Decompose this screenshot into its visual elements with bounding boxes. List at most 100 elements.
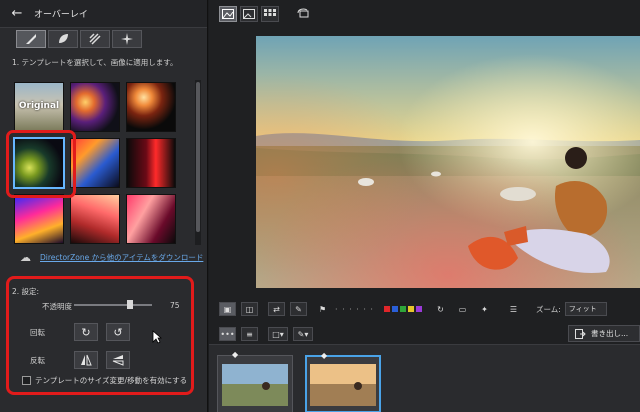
undo-redo-button[interactable]: ⇄	[268, 302, 285, 316]
storyboard-photo[interactable]: ◆	[217, 350, 293, 412]
pin-icon: ◆	[232, 350, 239, 359]
pen-tool-button[interactable]: ✎	[290, 302, 307, 316]
color-label-green[interactable]	[399, 306, 406, 312]
rotate-screen-icon	[297, 8, 309, 18]
straighten-button[interactable]: ▭	[454, 302, 471, 316]
select-dropdown-button[interactable]: □▾	[268, 327, 288, 341]
select-box-icon: □▾	[272, 329, 284, 339]
preview-image	[256, 36, 640, 288]
overlay-category-tabs	[16, 30, 142, 48]
template-item[interactable]	[126, 138, 176, 188]
sparkle-icon	[121, 33, 133, 45]
rotate-cw-button[interactable]: ↻	[74, 323, 98, 341]
view-toolbar	[209, 0, 640, 28]
crop-frame-button[interactable]: ▣	[219, 302, 236, 316]
rotate-ccw-icon: ↺	[113, 325, 123, 339]
tab-stripes[interactable]	[80, 30, 110, 48]
view-compare-button[interactable]	[219, 6, 237, 22]
photo-storyboard: ◆ ◆	[209, 344, 640, 412]
grid-icon	[264, 9, 276, 16]
storyboard-photo-selected[interactable]: ◆	[305, 351, 381, 412]
rotate-ccw-button[interactable]: ↺	[106, 323, 130, 341]
frame-split-icon: ◫	[245, 304, 254, 314]
pin-icon: ◆	[321, 351, 328, 360]
opacity-value: 75	[170, 301, 180, 310]
thumbnail-view-button[interactable]: •••	[219, 327, 236, 341]
photo-thumbnail	[310, 364, 376, 406]
rotate-cw-icon: ↻	[81, 325, 91, 339]
color-label-yellow[interactable]	[407, 306, 414, 312]
tab-leaf[interactable]	[48, 30, 78, 48]
workspace: ▣ ◫ ⇄ ✎ ⚑ · · · · · · ↻ ▭ ✦ ☰ ズーム: フィット …	[209, 0, 640, 412]
template-item[interactable]	[70, 82, 120, 132]
directorzone-link[interactable]: DirectorZone から他のアイテムをダウンロード	[40, 252, 203, 263]
export-button[interactable]: 書き出し...	[568, 325, 640, 342]
fit-frame-button[interactable]: ◫	[241, 302, 258, 316]
resize-template-label: テンプレートのサイズ変更/移動を有効にする	[35, 376, 188, 385]
template-item[interactable]	[70, 194, 120, 244]
resize-template-checkbox[interactable]	[22, 376, 31, 385]
tab-sparkle[interactable]	[112, 30, 142, 48]
photo-editor-window: ← オーバーレイ 1. テンプレートを選択して、画像に適用します。 Origin…	[0, 0, 640, 412]
auto-fix-button[interactable]: ✦	[476, 302, 493, 316]
settings-title: 2. 設定:	[12, 287, 40, 296]
flip-label: 反転	[30, 356, 45, 365]
flag-icon[interactable]: ⚑	[319, 305, 331, 314]
leaf-icon	[59, 34, 68, 43]
view-grid-button[interactable]	[261, 6, 279, 22]
mouse-cursor-icon	[152, 330, 162, 344]
brush-dropdown-button[interactable]: ✎▾	[293, 327, 313, 341]
flip-horizontal-button[interactable]	[74, 351, 98, 369]
pen-icon: ✎	[295, 304, 302, 314]
template-item[interactable]	[70, 138, 120, 188]
directorzone-link-row[interactable]: ☁ DirectorZone から他のアイテムをダウンロード	[20, 252, 203, 263]
dots-icon: •••	[220, 329, 235, 339]
back-arrow-icon[interactable]: ←	[6, 5, 28, 23]
straighten-icon: ▭	[458, 304, 467, 314]
rating-dots[interactable]: · · · · · ·	[335, 305, 374, 314]
menu-button[interactable]: ☰	[505, 302, 522, 316]
color-label-blue[interactable]	[391, 306, 398, 312]
opacity-slider-knob[interactable]	[127, 300, 133, 309]
edit-toolbar: ▣ ◫ ⇄ ✎ ⚑ · · · · · · ↻ ▭ ✦ ☰ ズーム: フィット	[209, 298, 640, 320]
tab-brush[interactable]	[16, 30, 46, 48]
color-label-purple[interactable]	[415, 306, 422, 312]
frame-icon: ▣	[223, 304, 232, 314]
rotate-label: 回転	[30, 328, 45, 337]
template-item[interactable]	[14, 194, 64, 244]
selection-highlight	[6, 130, 76, 198]
zoom-select[interactable]: フィット	[564, 302, 607, 316]
template-item[interactable]	[126, 194, 176, 244]
brush-icon	[26, 34, 36, 44]
cloud-download-icon: ☁	[20, 250, 31, 264]
flip-vertical-button[interactable]	[106, 351, 130, 369]
color-label-red[interactable]	[383, 306, 390, 312]
export-icon	[575, 329, 586, 339]
flip-horizontal-icon	[81, 354, 92, 366]
rotate-icon: ↻	[437, 304, 444, 314]
photo-thumbnail	[222, 364, 288, 406]
view-single-button[interactable]	[240, 6, 258, 22]
list-icon: ≡	[246, 329, 253, 339]
scrollbar-thumb[interactable]	[196, 82, 200, 232]
panel-title: オーバーレイ	[34, 10, 88, 20]
opacity-slider[interactable]	[74, 300, 152, 309]
photo-preview[interactable]	[256, 36, 640, 288]
brush-tool-icon: ✎▾	[297, 329, 309, 339]
rotate-button[interactable]: ↻	[432, 302, 449, 316]
rotate-view-button[interactable]	[295, 6, 313, 22]
stack-icon: ⇄	[273, 304, 280, 314]
magic-icon: ✦	[481, 304, 488, 314]
template-item[interactable]	[126, 82, 176, 132]
image-compare-icon	[222, 9, 234, 19]
flip-vertical-icon	[112, 355, 124, 366]
list-view-button[interactable]: ≡	[241, 327, 258, 341]
menu-lines-icon: ☰	[509, 304, 518, 314]
template-label: Original	[18, 101, 60, 111]
template-scrollbar[interactable]	[195, 80, 201, 245]
stripes-icon	[89, 33, 101, 45]
resize-template-option[interactable]: テンプレートのサイズ変更/移動を有効にする	[22, 375, 187, 386]
step-hint: 1. テンプレートを選択して、画像に適用します。	[12, 58, 178, 67]
overlay-panel: ← オーバーレイ 1. テンプレートを選択して、画像に適用します。 Origin…	[0, 0, 208, 412]
template-original[interactable]: Original	[14, 82, 64, 132]
